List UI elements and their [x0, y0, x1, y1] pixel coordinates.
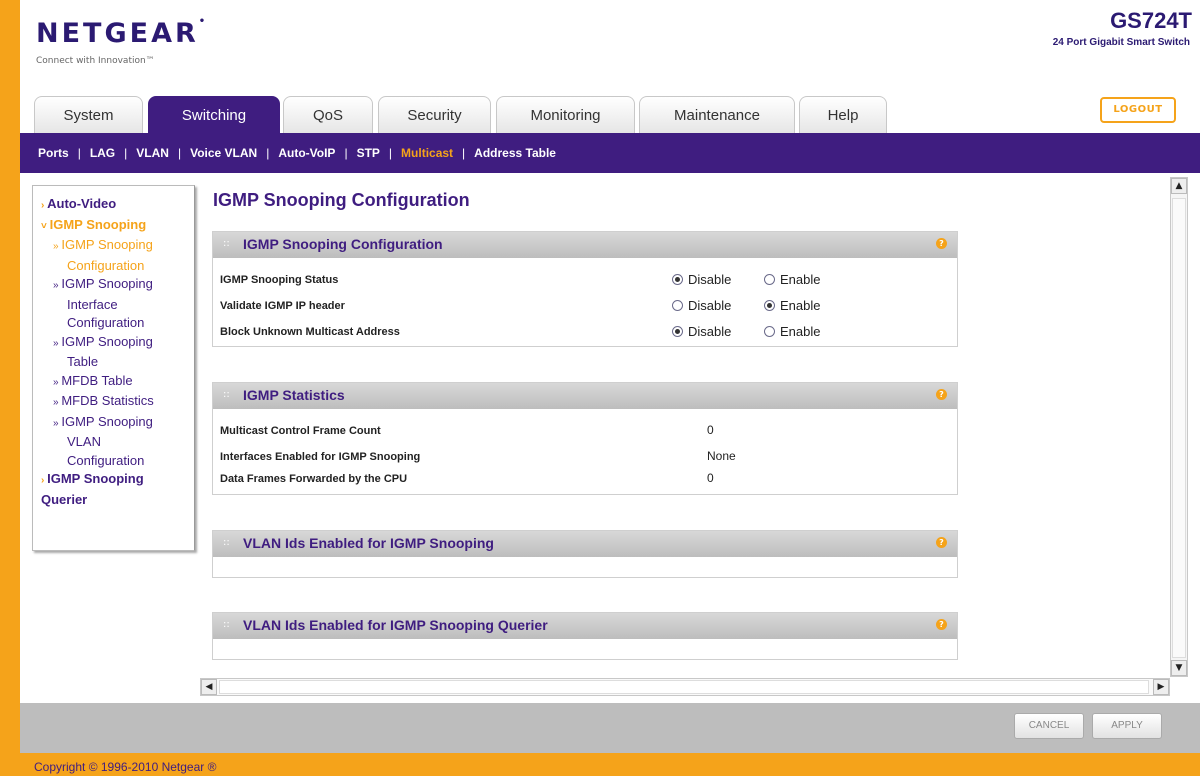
scroll-thumb[interactable]	[1172, 198, 1186, 658]
grip-icon: ::	[223, 238, 230, 249]
scroll-left-icon[interactable]: ◀	[201, 679, 217, 695]
panel-header: :: IGMP Statistics ?	[213, 383, 957, 409]
row-label-block-unknown-multicast: Block Unknown Multicast Address	[220, 326, 400, 338]
radio-snooping-status-enable[interactable]: Enable	[764, 272, 820, 287]
stat-label-interfaces-enabled: Interfaces Enabled for IGMP Snooping	[220, 451, 421, 463]
vertical-scrollbar[interactable]: ▲ ▼	[1170, 177, 1188, 677]
panel-title: IGMP Statistics	[243, 387, 345, 403]
igmp-config-panel: :: IGMP Snooping Configuration ? IGMP Sn…	[212, 231, 958, 347]
subnav-address-table[interactable]: Address Table	[472, 146, 558, 160]
horizontal-scrollbar[interactable]: ◀ ▶	[200, 678, 1170, 696]
device-model: GS724T	[1110, 8, 1192, 33]
stat-value-interfaces-enabled: None	[707, 449, 736, 463]
tab-qos[interactable]: QoS	[283, 96, 373, 133]
device-description: 24 Port Gigabit Smart Switch	[1052, 37, 1190, 48]
row-label-snooping-status: IGMP Snooping Status	[220, 274, 339, 286]
subnav-lag[interactable]: LAG	[88, 146, 117, 160]
panel-title: VLAN Ids Enabled for IGMP Snooping Queri…	[243, 617, 548, 633]
row-label-validate-ip-header: Validate IGMP IP header	[220, 300, 345, 312]
sidebar: › Auto-Video ˅ IGMP Snooping » IGMP Snoo…	[32, 185, 195, 551]
tab-security[interactable]: Security	[378, 96, 491, 133]
panel-header: :: IGMP Snooping Configuration ?	[213, 232, 957, 258]
stat-label-multicast-control-frame-count: Multicast Control Frame Count	[220, 425, 381, 437]
radio-selected-icon[interactable]	[764, 300, 775, 311]
scroll-thumb[interactable]	[219, 680, 1149, 694]
grip-icon: ::	[223, 537, 230, 548]
help-icon[interactable]: ?	[936, 238, 947, 249]
tab-help[interactable]: Help	[799, 96, 887, 133]
panel-header: :: VLAN Ids Enabled for IGMP Snooping Qu…	[213, 613, 957, 639]
igmp-statistics-panel: :: IGMP Statistics ? Multicast Control F…	[212, 382, 958, 495]
left-border	[0, 0, 20, 776]
radio-snooping-status-disable[interactable]: Disable	[672, 272, 731, 287]
radio-block-unknown-disable[interactable]: Disable	[672, 324, 731, 339]
vlan-ids-snooping-panel: :: VLAN Ids Enabled for IGMP Snooping ?	[212, 530, 958, 578]
sidebar-item-igmp-snooping-configuration[interactable]: » IGMP Snooping Configuration	[33, 236, 194, 275]
sub-navigation: Ports | LAG | VLAN | Voice VLAN | Auto-VoIP |…	[20, 133, 1200, 173]
apply-button[interactable]: APPLY	[1092, 713, 1162, 739]
tab-system[interactable]: System	[34, 96, 143, 133]
stat-value-data-frames-forwarded: 0	[707, 471, 714, 485]
subnav-auto-voip[interactable]: Auto-VoIP	[276, 146, 337, 160]
help-icon[interactable]: ?	[936, 619, 947, 630]
subnav-vlan[interactable]: VLAN	[134, 146, 171, 160]
grip-icon: ::	[223, 619, 230, 630]
tab-monitoring[interactable]: Monitoring	[496, 96, 635, 133]
sidebar-item-igmp-snooping-querier[interactable]: › IGMP Snooping Querier	[33, 470, 194, 509]
panel-title: VLAN Ids Enabled for IGMP Snooping	[243, 535, 494, 551]
tab-switching[interactable]: Switching	[148, 96, 280, 133]
sidebar-item-mfdb-table[interactable]: » MFDB Table	[33, 372, 194, 393]
browser-frame: NETGEAR• Connect with Innovation™ GS724T…	[0, 0, 1200, 776]
copyright-text: Copyright © 1996-2010 Netgear ®	[34, 760, 217, 774]
scroll-down-icon[interactable]: ▼	[1171, 660, 1187, 676]
cancel-button[interactable]: CANCEL	[1014, 713, 1084, 739]
logo-text: NETGEAR	[36, 18, 199, 49]
subnav-multicast[interactable]: Multicast	[399, 146, 455, 160]
tagline: Connect with Innovation™	[36, 56, 155, 66]
subnav-stp[interactable]: STP	[355, 146, 382, 160]
radio-icon[interactable]	[764, 326, 775, 337]
sidebar-item-mfdb-statistics[interactable]: » MFDB Statistics	[33, 392, 194, 413]
sidebar-item-auto-video[interactable]: › Auto-Video	[33, 195, 194, 216]
radio-validate-ip-header-disable[interactable]: Disable	[672, 298, 731, 313]
grip-icon: ::	[223, 389, 230, 400]
radio-validate-ip-header-enable[interactable]: Enable	[764, 298, 820, 313]
radio-block-unknown-enable[interactable]: Enable	[764, 324, 820, 339]
radio-icon[interactable]	[672, 300, 683, 311]
help-icon[interactable]: ?	[936, 537, 947, 548]
subnav-ports[interactable]: Ports	[36, 146, 71, 160]
help-icon[interactable]: ?	[936, 389, 947, 400]
panel-header: :: VLAN Ids Enabled for IGMP Snooping ?	[213, 531, 957, 557]
radio-selected-icon[interactable]	[672, 274, 683, 285]
vlan-ids-querier-panel: :: VLAN Ids Enabled for IGMP Snooping Qu…	[212, 612, 958, 660]
stat-label-data-frames-forwarded: Data Frames Forwarded by the CPU	[220, 473, 408, 485]
scroll-up-icon[interactable]: ▲	[1171, 178, 1187, 194]
radio-icon[interactable]	[764, 274, 775, 285]
chevron-down-icon: ˅	[41, 220, 50, 232]
sidebar-item-igmp-snooping[interactable]: ˅ IGMP Snooping	[33, 216, 194, 237]
stat-value-multicast-control-frame-count: 0	[707, 423, 714, 437]
sidebar-item-igmp-snooping-interface-configuration[interactable]: » IGMP Snooping Interface Configuration	[33, 275, 194, 333]
page-title: IGMP Snooping Configuration	[213, 190, 470, 210]
tab-maintenance[interactable]: Maintenance	[639, 96, 795, 133]
sidebar-item-igmp-snooping-table[interactable]: » IGMP Snooping Table	[33, 333, 194, 372]
radio-selected-icon[interactable]	[672, 326, 683, 337]
scroll-right-icon[interactable]: ▶	[1153, 679, 1169, 695]
panel-title: IGMP Snooping Configuration	[243, 236, 443, 252]
logout-button[interactable]: LOGOUT	[1100, 97, 1176, 123]
subnav-voice-vlan[interactable]: Voice VLAN	[188, 146, 259, 160]
netgear-logo: NETGEAR•	[36, 16, 206, 49]
sidebar-item-igmp-snooping-vlan-configuration[interactable]: » IGMP Snooping VLAN Configuration	[33, 413, 194, 471]
